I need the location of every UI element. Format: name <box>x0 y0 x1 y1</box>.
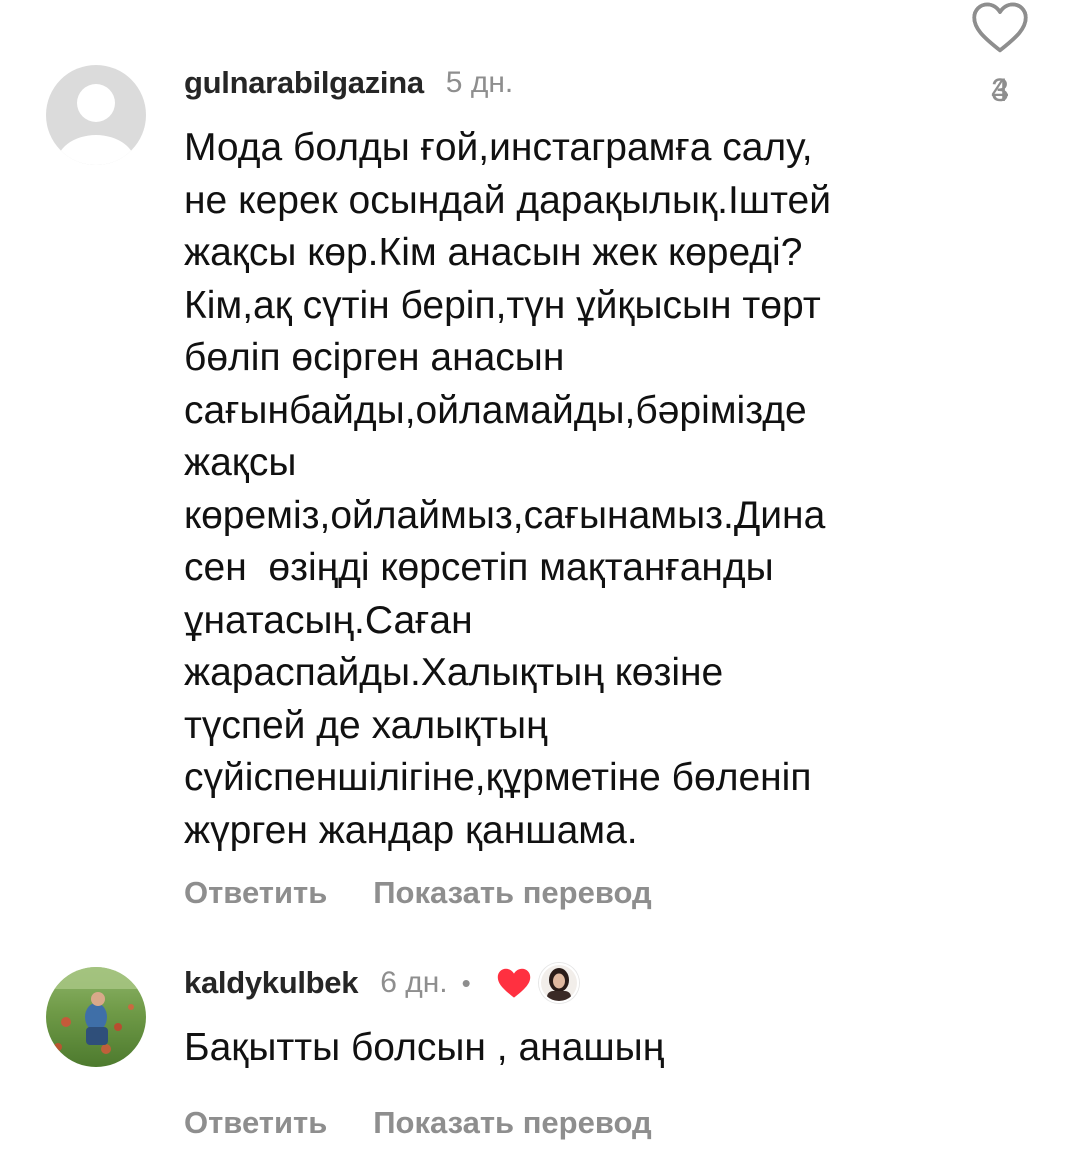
username[interactable]: kaldykulbek <box>184 965 358 1001</box>
heart-outline-icon[interactable] <box>970 0 1030 54</box>
comment-time: 5 дн. <box>445 66 514 99</box>
like-column: 3 <box>970 0 1030 109</box>
avatar-default[interactable] <box>46 65 146 165</box>
comment-meta: gulnarabilgazina 5 дн. <box>184 58 944 108</box>
comment-actions: Ответить Показать перевод <box>184 875 944 911</box>
comment-content: kaldykulbek 6 дн. • Бақытты болсын , ана… <box>184 958 944 1141</box>
comment-text: Бақытты болсын , анашың <box>184 1026 665 1069</box>
profile-photo-image <box>46 967 146 1067</box>
show-translation-button[interactable]: Показать перевод <box>373 1105 651 1141</box>
comment-meta: kaldykulbek 6 дн. • <box>184 958 944 1008</box>
avatar-photo[interactable] <box>46 967 146 1067</box>
reply-button[interactable]: Ответить <box>184 875 327 911</box>
comment-actions: Ответить Показать перевод <box>184 1105 944 1141</box>
comment-content: gulnarabilgazina 5 дн. Мода болды ғой,ин… <box>184 58 944 911</box>
reply-button[interactable]: Ответить <box>184 1105 327 1141</box>
like-count: 3 <box>991 72 1009 108</box>
default-avatar-icon <box>46 65 146 165</box>
author-avatar <box>538 963 579 1003</box>
heart-filled-icon <box>495 966 533 1000</box>
comment-text: Мода болды ғой,инстаграмға салу, не кере… <box>184 126 831 852</box>
username[interactable]: gulnarabilgazina <box>184 65 424 101</box>
comment-time: 6 дн. <box>380 966 448 999</box>
meta-separator: • <box>461 967 471 998</box>
show-translation-button[interactable]: Показать перевод <box>373 875 651 911</box>
